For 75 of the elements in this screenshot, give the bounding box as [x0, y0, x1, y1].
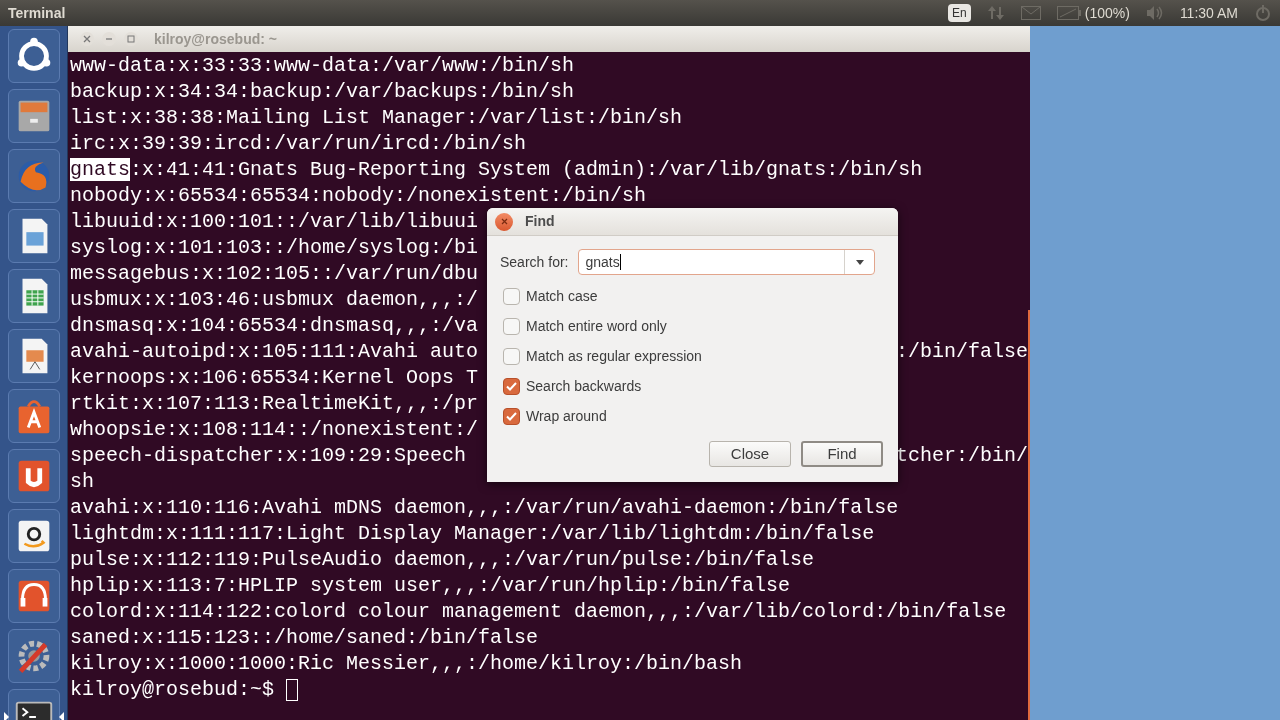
text-caret	[619, 254, 621, 270]
checkbox-label: Match case	[526, 286, 598, 306]
terminal-line: messagebus:x:102:105::/var/run/dbu	[70, 261, 479, 287]
terminal-line-fragment: tcher:/bin/	[895, 443, 1028, 469]
dialog-title: Find	[525, 212, 555, 231]
terminal-line: kernoops:x:106:65534:Kernel Oops T	[70, 365, 479, 391]
terminal-line: gnats:x:41:41:Gnats Bug-Reporting System (admin):/var/lib/gnats:/bin/sh	[70, 157, 923, 183]
terminal-line: saned:x:115:123::/home/saned:/bin/false	[70, 625, 539, 651]
terminal-line: list:x:38:38:Mailing List Manager:/var/list:/bin/sh	[70, 105, 683, 131]
terminal-line: avahi:x:110:116:Avahi mDNS daemon,,,:/var/run/avahi-daemon:/bin/false	[70, 495, 899, 521]
terminal-line: pulse:x:112:119:PulseAudio daemon,,,:/var/run/pulse:/bin/false	[70, 547, 815, 573]
checkmark-icon	[506, 381, 517, 391]
terminal-line: avahi-autoipd:x:105:111:Avahi auto	[70, 339, 479, 365]
launcher-item[interactable]	[7, 389, 60, 443]
window-title: kilroy@rosebud: ~	[154, 29, 277, 49]
terminal-line: speech-dispatcher:x:109:29:Speech	[70, 443, 467, 469]
mail-icon[interactable]	[1020, 6, 1041, 20]
launcher-item[interactable]	[7, 509, 60, 563]
terminal-line: colord:x:114:122:colord colour management daemon,,,:/var/lib/colord:/bin/false	[70, 599, 1007, 625]
checkbox[interactable]	[503, 347, 520, 365]
checkbox-label: Match as regular expression	[526, 346, 702, 366]
checkbox[interactable]	[503, 407, 520, 425]
launcher-item[interactable]	[7, 269, 60, 323]
terminal-line: nobody:x:65534:65534:nobody:/nonexistent:/bin/sh	[70, 183, 647, 209]
terminal-line: kilroy:x:1000:1000:Ric Messier,,,:/home/kilroy:/bin/bash	[70, 651, 743, 677]
terminal-line: dnsmasq:x:104:65534:dnsmasq,,,:/va	[70, 313, 479, 339]
dropdown-arrow-icon[interactable]	[856, 259, 864, 265]
terminal-line: lightdm:x:111:117:Light Display Manager:/var/lib/lightdm:/bin/false	[70, 521, 875, 547]
dialog-button[interactable]: Find	[801, 441, 883, 467]
terminal-line-fragment: :/bin/false	[895, 339, 1028, 365]
launcher-item[interactable]	[7, 29, 60, 83]
terminal-line: www-data:x:33:33:www-data:/var/www:/bin/sh	[70, 53, 575, 79]
terminal-line: syslog:x:101:103::/home/syslog:/bi	[70, 235, 479, 261]
terminal-line: hplip:x:113:7:HPLIP system user,,,:/var/run/hplip:/bin/false	[70, 573, 791, 599]
close-button[interactable]	[495, 212, 513, 231]
launcher-item[interactable]	[7, 569, 60, 623]
checkbox[interactable]	[503, 377, 520, 395]
terminal-line: irc:x:39:39:ircd:/var/run/ircd:/bin/sh	[70, 131, 527, 157]
terminal-line: backup:x:34:34:backup:/var/backups:/bin/sh	[70, 79, 575, 105]
clock[interactable]: 11:30 AM	[1179, 2, 1238, 24]
close-icon	[500, 218, 508, 225]
scrollbar[interactable]	[1028, 310, 1030, 720]
launcher-item[interactable]	[7, 209, 60, 263]
network-arrows-icon[interactable]	[986, 4, 1005, 22]
terminal-line: rtkit:x:107:113:RealtimeKit,,,:/pr	[70, 391, 479, 417]
keyboard-layout-indicator[interactable]: En	[948, 4, 971, 22]
power-icon[interactable]	[1254, 4, 1272, 22]
search-value: gnats	[584, 252, 620, 272]
checkmark-icon	[506, 411, 517, 421]
close-button[interactable]	[80, 32, 94, 46]
search-field[interactable]: gnats	[578, 249, 876, 275]
checkbox-label: Search backwards	[526, 376, 642, 396]
terminal-line: usbmux:x:103:46:usbmux daemon,,,:/	[70, 287, 479, 313]
search-label: Search for:	[500, 252, 569, 272]
checkbox-label: Wrap around	[526, 406, 607, 426]
text-cursor	[286, 679, 299, 701]
checkbox[interactable]	[503, 287, 520, 305]
terminal-line: whoopsie:x:108:114::/nonexistent:/	[70, 417, 479, 443]
checkbox-label: Match entire word only	[526, 316, 667, 336]
minimize-icon	[105, 35, 113, 43]
shell-prompt: kilroy@rosebud:~$	[70, 677, 276, 703]
close-icon	[83, 35, 91, 43]
dialog-button[interactable]: Close	[709, 441, 791, 467]
running-indicator-icon	[58, 712, 64, 720]
launcher-item[interactable]	[7, 329, 60, 383]
battery-percentage[interactable]: (100%)	[1084, 2, 1130, 24]
battery-icon[interactable]	[1056, 6, 1081, 20]
running-indicator-icon	[3, 712, 9, 720]
checkbox[interactable]	[503, 317, 520, 335]
speaker-icon[interactable]	[1145, 5, 1164, 21]
terminal-line: sh	[70, 469, 94, 495]
launcher-item[interactable]	[7, 449, 60, 503]
maximize-icon	[127, 35, 135, 43]
app-title: Terminal	[8, 3, 66, 23]
terminal-line: libuuid:x:100:101::/var/lib/libuui	[70, 209, 479, 235]
